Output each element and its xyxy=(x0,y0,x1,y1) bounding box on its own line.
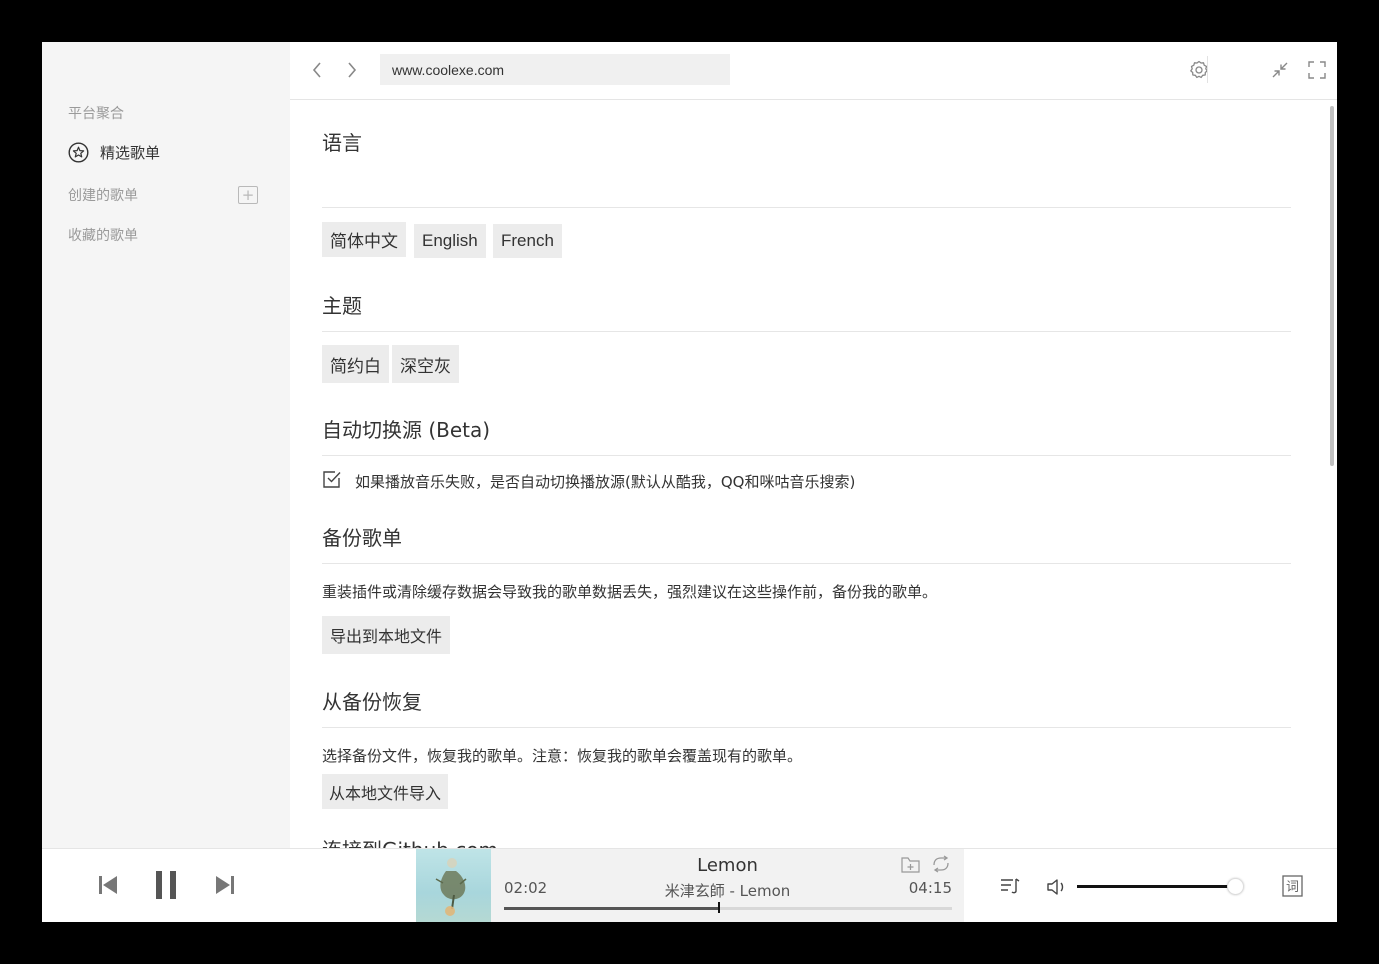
star-circle-icon xyxy=(68,142,89,163)
divider xyxy=(322,331,1291,332)
scrollbar[interactable] xyxy=(1330,106,1334,466)
auto-switch-checkbox-row[interactable]: 如果播放音乐失败，是否自动切换播放源(默认从酷我，QQ和咪咕音乐搜索) xyxy=(322,469,855,493)
progress-fill xyxy=(504,907,719,910)
theme-section-title: 主题 xyxy=(322,294,362,318)
sidebar-item-featured-label: 精选歌单 xyxy=(100,144,161,162)
restore-description: 选择备份文件，恢复我的歌单。注意：恢复我的歌单会覆盖现有的歌单。 xyxy=(322,747,803,765)
chevron-left-icon[interactable] xyxy=(306,59,328,81)
skip-back-icon[interactable] xyxy=(96,873,120,897)
lyric-icon[interactable]: 词 xyxy=(1281,875,1303,897)
language-option-zh[interactable]: 简体中文 xyxy=(322,222,406,257)
volume-handle[interactable] xyxy=(1227,878,1244,895)
github-section-title: 连接到Github.com xyxy=(322,834,498,848)
minimize-icon[interactable] xyxy=(1269,59,1291,81)
theme-option-dark[interactable]: 深空灰 xyxy=(392,345,459,383)
language-option-en[interactable]: English xyxy=(414,224,486,258)
fullscreen-icon[interactable] xyxy=(1306,59,1328,81)
volume-icon[interactable] xyxy=(1045,876,1069,898)
import-button[interactable]: 从本地文件导入 xyxy=(322,774,449,809)
player-bar: Lemon 米津玄師 - Lemon 02:02 04:15 词 xyxy=(42,848,1337,922)
volume-fill xyxy=(1077,885,1235,888)
divider xyxy=(322,207,1291,208)
restore-section-title: 从备份恢复 xyxy=(322,690,422,714)
volume-slider[interactable] xyxy=(1077,878,1244,895)
auto-switch-section-title: 自动切换源 (Beta) xyxy=(322,418,491,442)
pause-icon[interactable] xyxy=(153,869,179,901)
folder-plus-icon[interactable] xyxy=(900,855,920,873)
sidebar-item-featured[interactable]: 精选歌单 xyxy=(68,142,160,163)
app-window: 平台聚合 精选歌单 创建的歌单 + 收藏的歌单 www.coolexe.com … xyxy=(42,42,1337,922)
theme-option-white[interactable]: 简约白 xyxy=(322,345,389,383)
repeat-icon[interactable] xyxy=(930,855,952,873)
divider xyxy=(322,563,1291,564)
settings-content: 语言 简体中文 English French 主题 简约白 深空灰 自动切换源 … xyxy=(290,100,1337,848)
auto-switch-checkbox-label: 如果播放音乐失败，是否自动切换播放源(默认从酷我，QQ和咪咕音乐搜索) xyxy=(355,472,856,491)
url-input[interactable] xyxy=(380,54,730,85)
sidebar: 平台聚合 精选歌单 创建的歌单 + 收藏的歌单 xyxy=(42,42,290,848)
progress-bar[interactable] xyxy=(504,902,952,913)
language-option-fr[interactable]: French xyxy=(493,224,562,258)
divider xyxy=(322,455,1291,456)
playlist-icon[interactable] xyxy=(999,875,1021,897)
plus-square-icon[interactable]: + xyxy=(238,186,258,204)
sidebar-section-collected[interactable]: 收藏的歌单 xyxy=(68,225,138,245)
chevron-right-icon[interactable] xyxy=(341,59,363,81)
top-bar xyxy=(290,42,1337,100)
total-time: 04:15 xyxy=(908,879,952,897)
song-title: Lemon xyxy=(697,855,758,876)
now-playing-panel: Lemon 米津玄師 - Lemon 02:02 04:15 xyxy=(416,849,964,922)
progress-handle[interactable] xyxy=(718,902,720,913)
album-cover[interactable] xyxy=(416,849,491,922)
divider xyxy=(322,727,1291,728)
checkbox-checked-icon[interactable] xyxy=(322,469,342,493)
song-artist: 米津玄師 - Lemon xyxy=(664,882,791,900)
toolbar-divider xyxy=(1207,56,1208,83)
sidebar-section-platform: 平台聚合 xyxy=(68,106,124,122)
sidebar-section-created: 创建的歌单 xyxy=(68,188,138,204)
current-time: 02:02 xyxy=(504,879,548,897)
backup-description: 重装插件或清除缓存数据会导致我的歌单数据丢失，强烈建议在这些操作前，备份我的歌单… xyxy=(322,583,938,601)
export-button[interactable]: 导出到本地文件 xyxy=(322,616,451,654)
backup-section-title: 备份歌单 xyxy=(322,526,402,550)
lyric-button-label: 词 xyxy=(1285,880,1298,895)
language-section-title: 语言 xyxy=(322,131,362,155)
skip-forward-icon[interactable] xyxy=(213,873,237,897)
